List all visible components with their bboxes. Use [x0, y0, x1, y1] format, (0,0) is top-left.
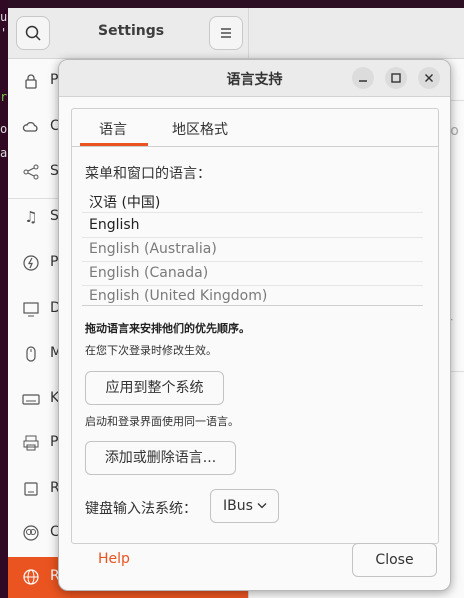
maximize-icon [391, 73, 401, 83]
printer-icon [22, 434, 40, 452]
keyboard-input-method-dropdown[interactable]: IBus [210, 489, 279, 523]
language-name: English (Canada) [89, 265, 209, 281]
menu-button[interactable] [209, 16, 243, 50]
close-icon [425, 74, 433, 82]
close-window-button[interactable] [418, 67, 440, 89]
dialog-header: 语言支持 [59, 60, 450, 97]
languages-label: 菜单和窗口的语言： [85, 166, 211, 182]
help-button[interactable]: Help [98, 551, 130, 567]
power-icon [22, 254, 40, 272]
display-icon [22, 300, 40, 318]
list-item[interactable]: English [82, 214, 423, 238]
settings-title: Settings [98, 23, 165, 39]
globe-icon [22, 568, 40, 586]
language-name: English (United Kingdom) [89, 288, 268, 304]
tab-regional-formats[interactable]: 地区格式 [172, 119, 228, 139]
language-list[interactable]: 汉语 (中国) English English (Australia) Engl… [82, 189, 423, 306]
list-item[interactable]: English (Canada) [82, 262, 423, 286]
keyboard-input-method-label: 键盘输入法系统： [85, 501, 197, 517]
color-icon [22, 524, 40, 542]
minimize-icon [359, 80, 367, 82]
language-name: 汉语 (中国) [89, 195, 161, 211]
removable-media-icon [22, 480, 40, 498]
language-name: English (Australia) [89, 241, 217, 257]
mouse-icon [22, 345, 40, 363]
hamburger-icon [221, 28, 231, 38]
next-login-hint: 在您下次登录时修改生效。 [85, 344, 217, 357]
keyboard-icon [22, 390, 40, 408]
login-screen-hint: 启动和登录界面使用同一语言。 [85, 415, 239, 428]
tab-notebook: 语言 地区格式 菜单和窗口的语言： 汉语 (中国) English Englis… [71, 108, 439, 544]
minimize-button[interactable] [352, 67, 374, 89]
list-item[interactable]: English (Australia) [82, 238, 423, 262]
search-icon [25, 25, 41, 41]
list-item[interactable]: English (United Kingdom) [82, 285, 423, 305]
drag-order-hint: 拖动语言来安排他们的优先顺序。 [85, 322, 250, 335]
share-icon [22, 163, 40, 181]
active-tab-indicator [80, 143, 148, 146]
apply-system-wide-button[interactable]: 应用到整个系统 [85, 371, 224, 405]
tab-language[interactable]: 语言 [99, 119, 127, 139]
list-item[interactable]: 汉语 (中国) [82, 189, 423, 213]
language-support-dialog: 语言支持 语言 地区格式 菜单和窗口的语言： 汉语 (中国) English E… [58, 59, 451, 591]
close-button[interactable]: Close [352, 543, 437, 577]
row-divider [82, 212, 423, 213]
music-note-icon: ♫ [24, 208, 38, 226]
chevron-down-icon [257, 503, 267, 509]
maximize-button[interactable] [385, 67, 407, 89]
install-remove-languages-button[interactable]: 添加或删除语言... [85, 441, 236, 475]
search-button[interactable] [16, 16, 50, 50]
tab-bar: 语言 地区格式 [72, 109, 438, 147]
dropdown-value: IBus [223, 498, 253, 514]
cloud-icon [22, 118, 40, 136]
privacy-lock-icon [22, 72, 40, 90]
language-name: English [89, 217, 140, 233]
